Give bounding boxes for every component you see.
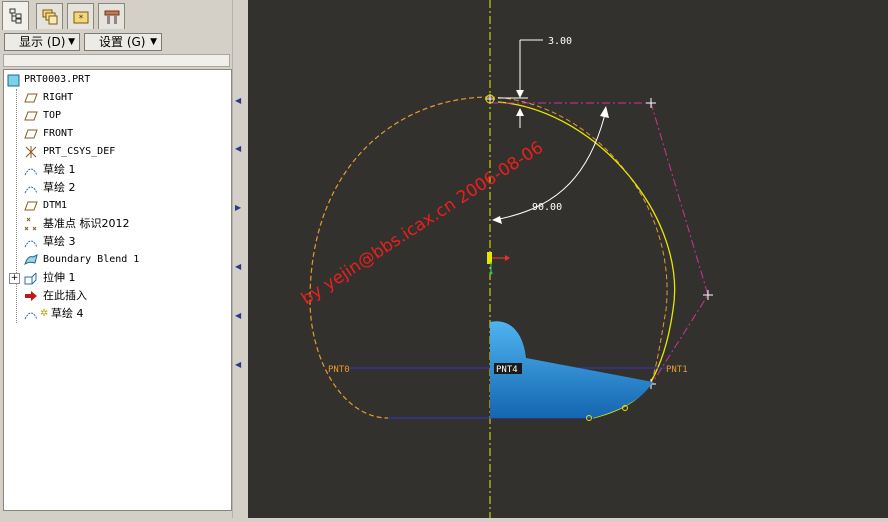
tree-item-root[interactable]: PRT0003.PRT (4, 71, 224, 89)
datum-plane-icon (24, 201, 38, 211)
layers-icon (42, 9, 57, 24)
tree-item-sketch-3[interactable]: 草绘 3 (4, 233, 224, 251)
extrude-icon (24, 272, 37, 285)
new-item-star-icon: ✲ (40, 308, 49, 319)
panel-splitter[interactable]: ◀ ◀ ▶ ◀ ◀ ◀ (232, 0, 245, 518)
point-label-pnt4[interactable]: PNT4 (496, 365, 518, 375)
folder-browser-icon: * (73, 11, 88, 24)
tree-item-front[interactable]: FRONT (4, 125, 224, 143)
tree-item-label: DTM1 (43, 200, 68, 211)
show-dropdown-label: 显示 (D) (19, 35, 66, 49)
tree-item-sketch-4[interactable]: ✲ 草绘 4 (4, 305, 224, 323)
graphics-window[interactable]: 3.00 90.00 PNT0 PNT4 PNT1 by yejin@bbs.i… (248, 0, 888, 518)
boundary-blend-icon (24, 254, 38, 266)
coordinate-system-marker (487, 252, 510, 275)
watermark-text: by yejin@bbs.icax.cn 2006-08-06 (298, 138, 547, 310)
dimension-value-angle[interactable]: 90.00 (532, 202, 562, 213)
sketch-icon (24, 312, 38, 320)
dimension-line (519, 39, 543, 128)
tree-item-label: FRONT (43, 128, 74, 139)
insert-here-arrow-icon (25, 291, 37, 301)
show-dropdown-button[interactable]: 显示 (D) ▼ (4, 33, 80, 51)
coordinate-system-icon (25, 146, 37, 158)
svg-text:*: * (78, 14, 83, 24)
tab-layers[interactable] (36, 3, 63, 29)
collapse-left-icon[interactable]: ◀ (235, 96, 241, 105)
collapse-left-icon[interactable]: ◀ (235, 360, 241, 369)
tab-model-tree[interactable] (2, 1, 29, 30)
tree-item-label: 草绘 4 (51, 307, 84, 320)
tree-item-top[interactable]: TOP (4, 107, 224, 125)
tree-item-label: 草绘 1 (43, 163, 76, 176)
chevron-down-icon: ▼ (150, 37, 157, 47)
sketch-icon (24, 240, 38, 248)
sketch-curve[interactable] (497, 101, 676, 383)
dimension-value-top[interactable]: 3.00 (548, 36, 572, 47)
expand-toggle-icon[interactable]: + (9, 273, 20, 284)
tree-item-label: Boundary Blend 1 (43, 254, 140, 265)
tree-item-right[interactable]: RIGHT (4, 89, 224, 107)
tree-toolbar: 显示 (D) ▼ 设置 (G) ▼ (0, 31, 232, 53)
model-viewport[interactable]: 3.00 90.00 PNT0 PNT4 PNT1 by yejin@bbs.i… (248, 0, 888, 518)
datum-plane-icon (24, 111, 38, 121)
tree-item-dtm1[interactable]: DTM1 (4, 197, 224, 215)
chevron-down-icon: ▼ (68, 37, 75, 47)
point-label-pnt0[interactable]: PNT0 (328, 365, 350, 375)
datum-point-icon (24, 217, 37, 231)
tree-item-label: TOP (43, 110, 62, 121)
navigator-tabs: * (0, 0, 244, 30)
tree-item-label: 草绘 2 (43, 181, 76, 194)
tree-item-csys[interactable]: PRT_CSYS_DEF (4, 143, 224, 161)
datum-plane-icon (24, 129, 38, 139)
tree-item-label: 拉伸 1 (43, 271, 76, 284)
tree-item-insert-here[interactable]: 在此插入 (4, 287, 224, 305)
settings-dropdown-button[interactable]: 设置 (G) ▼ (84, 33, 162, 51)
model-tree: PRT0003.PRT RIGHT TOP FRONT PRT_CSYS_DEF… (3, 69, 232, 511)
tree-item-label: RIGHT (43, 92, 74, 103)
tree-item-label: 基准点 标识2012 (43, 217, 130, 230)
datum-plane-icon (24, 93, 38, 103)
model-tree-panel: * 显示 (D) ▼ 设置 (G) ▼ PRT0003.PRT RIGHT TO… (0, 0, 244, 518)
tree-item-label: PRT_CSYS_DEF (43, 146, 116, 157)
tree-item-label: PRT0003.PRT (24, 74, 91, 85)
sketch-icon (24, 186, 38, 194)
point-label-pnt1[interactable]: PNT1 (666, 365, 688, 375)
tree-item-datum-point[interactable]: 基准点 标识2012 (4, 215, 224, 233)
part-icon (7, 74, 20, 87)
settings-dropdown-label: 设置 (G) (99, 35, 146, 49)
tree-column-header (3, 54, 230, 67)
tree-item-sketch-2[interactable]: 草绘 2 (4, 179, 224, 197)
tab-folder-browser[interactable]: * (67, 3, 94, 29)
collapse-left-icon[interactable]: ◀ (235, 311, 241, 320)
collapse-left-icon[interactable]: ◀ (235, 144, 241, 153)
tree-item-boundary-blend[interactable]: Boundary Blend 1 (4, 251, 224, 269)
collapse-left-icon[interactable]: ◀ (235, 262, 241, 271)
tree-item-label: 在此插入 (43, 289, 87, 302)
sketch-icon (24, 168, 38, 176)
model-tree-icon (9, 8, 21, 24)
tree-item-sketch-1[interactable]: 草绘 1 (4, 161, 224, 179)
favorites-icon (104, 10, 119, 24)
tab-favorites[interactable] (98, 3, 125, 29)
tree-item-label: 草绘 3 (43, 235, 76, 248)
expand-right-icon[interactable]: ▶ (235, 203, 241, 212)
tree-item-extrude[interactable]: + 拉伸 1 (4, 269, 224, 287)
